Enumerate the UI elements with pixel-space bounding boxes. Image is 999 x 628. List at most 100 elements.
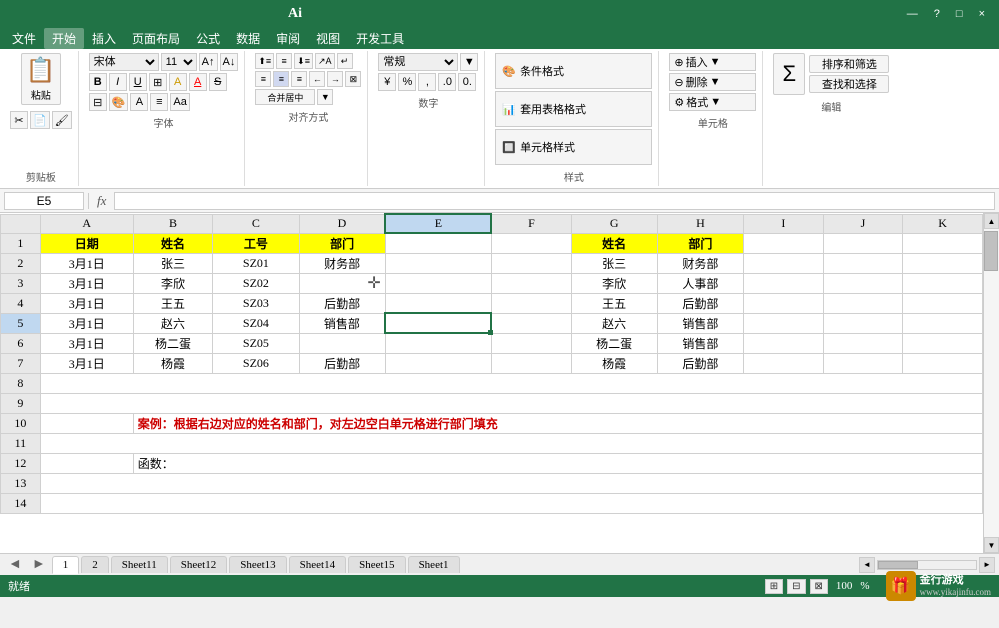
cell-D4[interactable]: 后勤部 bbox=[299, 293, 385, 313]
cell-I5[interactable] bbox=[744, 313, 824, 333]
horiz-track[interactable] bbox=[877, 560, 977, 570]
menu-developer[interactable]: 开发工具 bbox=[348, 28, 412, 49]
menu-data[interactable]: 数据 bbox=[228, 28, 268, 49]
cell-K7[interactable] bbox=[903, 353, 983, 373]
sheet-tab-sheet11[interactable]: Sheet11 bbox=[111, 556, 168, 573]
cell-D6[interactable] bbox=[299, 333, 385, 353]
cell-J3[interactable] bbox=[823, 273, 903, 293]
cell-D3[interactable]: ✛ bbox=[299, 273, 385, 293]
cell-C3[interactable]: SZ02 bbox=[213, 273, 299, 293]
currency-button[interactable]: ¥ bbox=[378, 73, 396, 91]
cell-D1[interactable]: 部门 bbox=[299, 233, 385, 253]
col-H-header[interactable]: H bbox=[657, 214, 743, 233]
sheet-tab-prev[interactable]: ◄ bbox=[4, 557, 26, 573]
cell-style-button[interactable]: 🔲单元格样式 bbox=[495, 129, 652, 165]
cell-J1[interactable] bbox=[823, 233, 903, 253]
cell-K1[interactable] bbox=[903, 233, 983, 253]
bold-button[interactable]: B bbox=[89, 73, 107, 91]
percent-button[interactable]: % bbox=[398, 73, 416, 91]
restore-button[interactable]: □ bbox=[950, 6, 969, 22]
page-layout-view-button[interactable]: ⊟ bbox=[787, 579, 805, 594]
cell-reference-input[interactable] bbox=[4, 192, 84, 210]
comma-button[interactable]: , bbox=[418, 73, 436, 91]
font-color2-button[interactable]: A bbox=[130, 93, 148, 111]
cell-E2[interactable] bbox=[385, 253, 491, 273]
cell-J7[interactable] bbox=[823, 353, 903, 373]
cell-A1[interactable]: 日期 bbox=[40, 233, 133, 253]
row-8-header[interactable]: 8 bbox=[1, 373, 41, 393]
close-button[interactable]: × bbox=[973, 6, 991, 22]
cell-A10[interactable] bbox=[40, 413, 133, 433]
cell-H7[interactable]: 后勤部 bbox=[657, 353, 743, 373]
cell-B1[interactable]: 姓名 bbox=[133, 233, 213, 253]
cell-I6[interactable] bbox=[744, 333, 824, 353]
number-format-dropdown[interactable]: ▼ bbox=[460, 53, 478, 71]
italic-button[interactable]: I bbox=[109, 73, 127, 91]
font-color-button[interactable]: A bbox=[189, 73, 207, 91]
row-4-header[interactable]: 4 bbox=[1, 293, 41, 313]
align-center-button[interactable]: ≡ bbox=[273, 71, 289, 87]
cell-H1[interactable]: 部门 bbox=[657, 233, 743, 253]
cell-A2[interactable]: 3月1日 bbox=[40, 253, 133, 273]
sheet-tab-sheet14[interactable]: Sheet14 bbox=[289, 556, 346, 573]
cell-G4[interactable]: 王五 bbox=[571, 293, 657, 313]
cell-E3[interactable] bbox=[385, 273, 491, 293]
wrap-text-button[interactable]: ↵ bbox=[337, 53, 353, 69]
cell-K6[interactable] bbox=[903, 333, 983, 353]
cell-E4[interactable] bbox=[385, 293, 491, 313]
cell-A3[interactable]: 3月1日 bbox=[40, 273, 133, 293]
cell-K4[interactable] bbox=[903, 293, 983, 313]
cell-C6[interactable]: SZ05 bbox=[213, 333, 299, 353]
cell-C4[interactable]: SZ03 bbox=[213, 293, 299, 313]
format-cell-button[interactable]: ⚙格式▼ bbox=[669, 93, 756, 111]
cell-E1[interactable] bbox=[385, 233, 491, 253]
align-right-button[interactable]: ≡ bbox=[291, 71, 307, 87]
sheet-tab-1[interactable]: 1 bbox=[52, 556, 80, 574]
menu-review[interactable]: 审阅 bbox=[268, 28, 308, 49]
cell-C2[interactable]: SZ01 bbox=[213, 253, 299, 273]
decrease-indent-button[interactable]: ← bbox=[309, 71, 325, 87]
fill-btn[interactable]: 🎨 bbox=[109, 93, 129, 111]
cell-J6[interactable] bbox=[823, 333, 903, 353]
scroll-track[interactable] bbox=[984, 229, 999, 537]
indent-button[interactable]: ≡ bbox=[150, 93, 168, 111]
align-middle-button[interactable]: ≡ bbox=[276, 53, 292, 69]
row-14-header[interactable]: 14 bbox=[1, 493, 41, 513]
row-11-header[interactable]: 11 bbox=[1, 433, 41, 453]
cell-F2[interactable] bbox=[491, 253, 571, 273]
align-bottom-button[interactable]: ⬇≡ bbox=[294, 53, 313, 69]
cell-F1[interactable] bbox=[491, 233, 571, 253]
minimize-button[interactable]: — bbox=[901, 6, 924, 22]
cell-G6[interactable]: 杨二蛋 bbox=[571, 333, 657, 353]
col-C-header[interactable]: C bbox=[213, 214, 299, 233]
scroll-thumb[interactable] bbox=[984, 231, 998, 271]
cell-I7[interactable] bbox=[744, 353, 824, 373]
table-style-button[interactable]: 📊套用表格格式 bbox=[495, 91, 652, 127]
sheet-tab-2[interactable]: 2 bbox=[81, 556, 109, 573]
cell-I2[interactable] bbox=[744, 253, 824, 273]
text-angle-button[interactable]: ↗A bbox=[315, 53, 335, 69]
merge-button[interactable]: ⊠ bbox=[345, 71, 361, 87]
cut-button[interactable]: ✂ bbox=[10, 111, 28, 129]
sum-button[interactable]: Σ bbox=[773, 53, 805, 95]
cell-C7[interactable]: SZ06 bbox=[213, 353, 299, 373]
strikethrough-button[interactable]: S bbox=[209, 73, 227, 91]
cell-K3[interactable] bbox=[903, 273, 983, 293]
cell-J4[interactable] bbox=[823, 293, 903, 313]
menu-formula[interactable]: 公式 bbox=[188, 28, 228, 49]
scroll-down-button[interactable]: ▼ bbox=[984, 537, 999, 553]
cell-A11[interactable] bbox=[40, 433, 982, 453]
col-A-header[interactable]: A bbox=[40, 214, 133, 233]
align-top-button[interactable]: ⬆≡ bbox=[255, 53, 274, 69]
cell-A12[interactable] bbox=[40, 453, 133, 473]
row-2-header[interactable]: 2 bbox=[1, 253, 41, 273]
cell-I3[interactable] bbox=[744, 273, 824, 293]
cell-F7[interactable] bbox=[491, 353, 571, 373]
row-1-header[interactable]: 1 bbox=[1, 233, 41, 253]
cell-F6[interactable] bbox=[491, 333, 571, 353]
sheet-tab-next[interactable]: ► bbox=[28, 557, 50, 573]
cell-A6[interactable]: 3月1日 bbox=[40, 333, 133, 353]
cell-K5[interactable] bbox=[903, 313, 983, 333]
menu-home[interactable]: 开始 bbox=[44, 28, 84, 49]
delete-cell-button[interactable]: ⊖删除▼ bbox=[669, 73, 756, 91]
